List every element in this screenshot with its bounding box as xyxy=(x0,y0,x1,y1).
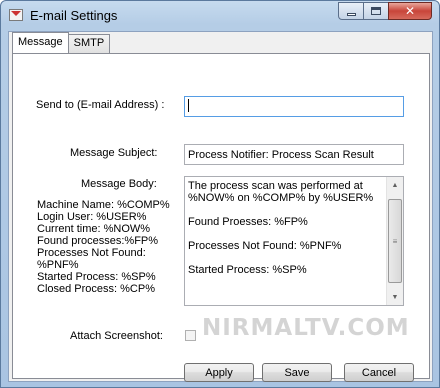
scroll-up-icon[interactable]: ▲ xyxy=(387,177,403,193)
title-bar[interactable]: E-mail Settings ✕ xyxy=(1,1,439,31)
minimize-button[interactable] xyxy=(338,2,364,20)
variable-item: Found processes:%FP% xyxy=(37,235,159,247)
variable-item: Login User: %USER% xyxy=(37,211,147,223)
message-body-text: The process scan was performed at %NOW% … xyxy=(188,180,385,288)
maximize-icon xyxy=(371,7,381,15)
cancel-button[interactable]: Cancel xyxy=(344,363,414,382)
body-label: Message Body: xyxy=(81,178,157,190)
tab-strip: Message SMTP xyxy=(12,32,111,54)
email-settings-window: E-mail Settings ✕ Message SMTP Send to (… xyxy=(0,0,440,388)
send-to-input[interactable] xyxy=(184,96,404,117)
variable-item: Current time: %NOW% xyxy=(37,223,151,235)
close-icon: ✕ xyxy=(404,4,416,18)
subject-label: Message Subject: xyxy=(70,147,158,159)
variable-item: Started Process: %SP% xyxy=(37,271,156,283)
message-tab-panel: Send to (E-mail Address) : Message Subje… xyxy=(12,53,430,382)
body-scrollbar[interactable]: ▲ ≡ ▼ xyxy=(386,177,403,305)
variable-item: Processes Not Found: xyxy=(37,247,146,259)
mail-icon xyxy=(9,9,23,21)
minimize-icon xyxy=(346,12,356,16)
variable-item: %PNF% xyxy=(37,259,79,271)
maximize-button[interactable] xyxy=(363,2,389,20)
message-body-textarea[interactable]: The process scan was performed at %NOW% … xyxy=(184,176,404,306)
subject-input[interactable]: Process Notifier: Process Scan Result xyxy=(184,144,404,165)
send-to-label: Send to (E-mail Address) : xyxy=(36,99,165,111)
apply-button[interactable]: Apply xyxy=(184,363,254,382)
body-paragraph: The process scan was performed at %NOW% … xyxy=(188,180,374,204)
dialog-client: Message SMTP Send to (E-mail Address) : … xyxy=(8,31,433,382)
save-button[interactable]: Save xyxy=(262,363,332,382)
variable-item: Closed Process: %CP% xyxy=(37,283,155,295)
scroll-down-icon[interactable]: ▼ xyxy=(387,289,403,305)
variable-list: Machine Name: %COMP% Login User: %USER% … xyxy=(37,199,170,295)
body-paragraph: Started Process: %SP% xyxy=(188,264,307,276)
variable-item: Machine Name: %COMP% xyxy=(37,199,170,211)
body-paragraph: Processes Not Found: %PNF% xyxy=(188,240,342,252)
tab-message[interactable]: Message xyxy=(12,32,69,53)
scroll-thumb[interactable]: ≡ xyxy=(388,199,402,283)
window-title: E-mail Settings xyxy=(30,8,118,23)
body-paragraph: Found Proesses: %FP% xyxy=(188,216,308,228)
tab-smtp[interactable]: SMTP xyxy=(67,34,111,53)
attach-screenshot-checkbox[interactable] xyxy=(185,330,196,341)
attach-screenshot-label: Attach Screenshot: xyxy=(70,330,163,342)
text-caret xyxy=(188,99,189,112)
close-button[interactable]: ✕ xyxy=(388,2,432,20)
